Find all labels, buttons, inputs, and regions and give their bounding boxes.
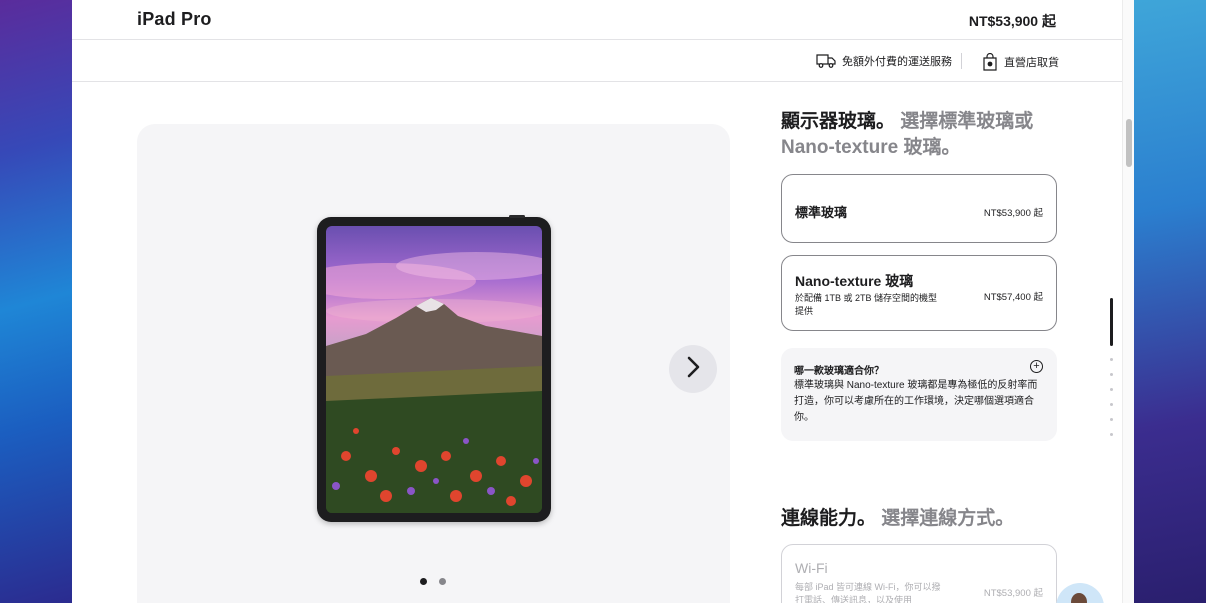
option-name: Nano-texture 玻璃 <box>795 273 914 289</box>
ipad-wallpaper-landscape <box>326 226 542 513</box>
section-progress-indicator <box>1110 298 1114 448</box>
shipping-label: 免額外付費的運送服務 <box>842 56 952 68</box>
gallery-dot-2[interactable] <box>439 578 446 585</box>
apple-bag-icon <box>982 53 998 71</box>
avatar <box>1071 593 1087 603</box>
glass-option-standard[interactable]: 標準玻璃 NT$53,900 起 <box>781 174 1057 243</box>
product-gallery <box>137 124 730 603</box>
glass-option-nano-texture[interactable]: Nano-texture 玻璃 於配備 1TB 或 2TB 儲存空間的機型提供 … <box>781 255 1057 331</box>
connectivity-heading-subtitle: 選擇連線方式。 <box>881 508 1015 529</box>
glass-heading-title: 顯示器玻璃。 <box>781 111 896 132</box>
progress-dot[interactable] <box>1110 388 1113 391</box>
plus-circle-icon[interactable]: + <box>1030 360 1043 373</box>
service-bar: 免額外付費的運送服務 直營店取貨 <box>72 41 1122 82</box>
gallery-dot-1[interactable] <box>420 578 427 585</box>
wallpaper-left <box>0 0 72 603</box>
product-title: iPad Pro <box>137 9 212 29</box>
progress-dot[interactable] <box>1110 418 1113 421</box>
gallery-pagination <box>420 578 446 585</box>
option-note: 於配備 1TB 或 2TB 儲存空間的機型提供 <box>795 293 938 316</box>
ipad-top-button <box>509 215 525 218</box>
option-price: NT$53,900 起 <box>983 588 1043 599</box>
browser-page: iPad Pro NT$53,900 起 免額外付費的運送服務 直營店取貨 顯示… <box>72 0 1134 603</box>
starting-price: NT$53,900 起 <box>968 13 1056 29</box>
progress-active-bar <box>1110 298 1113 346</box>
ipad-image <box>317 215 551 522</box>
option-name: 標準玻璃 <box>795 205 848 220</box>
store-pickup-label: 直營店取貨 <box>1004 57 1059 69</box>
option-note: 每部 iPad 皆可連線 Wi‑Fi，你可以撥打電話、傳送訊息，以及使用 <box>795 582 941 603</box>
gallery-next-button[interactable] <box>669 345 717 393</box>
progress-dot[interactable] <box>1110 403 1113 406</box>
connectivity-heading-title: 連線能力。 <box>781 508 877 529</box>
option-price: NT$53,900 起 <box>983 208 1043 219</box>
glass-section-heading: 顯示器玻璃。 選擇標準玻璃或 Nano-texture 玻璃。 <box>781 109 1071 161</box>
help-title: 哪一款玻璃適合你？ <box>794 366 884 377</box>
help-body: 標準玻璃與 Nano-texture 玻璃都是專為極低的反射率而打造，你可以考慮… <box>794 380 1038 423</box>
shipping-link[interactable]: 免額外付費的運送服務 <box>816 53 952 69</box>
progress-dot[interactable] <box>1110 358 1113 361</box>
truck-icon <box>816 53 836 69</box>
connectivity-option-wifi[interactable]: Wi‑Fi 每部 iPad 皆可連線 Wi‑Fi，你可以撥打電話、傳送訊息，以及… <box>781 544 1057 603</box>
chevron-right-icon <box>686 356 700 383</box>
connectivity-section-heading: 連線能力。 選擇連線方式。 <box>781 506 1071 532</box>
scrollbar-thumb[interactable] <box>1126 119 1132 167</box>
progress-dot[interactable] <box>1110 433 1113 436</box>
progress-dot[interactable] <box>1110 373 1113 376</box>
service-divider <box>961 53 962 69</box>
option-name: Wi‑Fi <box>795 560 828 576</box>
glass-help-card[interactable]: 哪一款玻璃適合你？ + 標準玻璃與 Nano-texture 玻璃都是專為極低的… <box>781 348 1057 441</box>
page-scrollbar[interactable] <box>1122 0 1134 603</box>
option-price: NT$57,400 起 <box>983 292 1043 303</box>
store-pickup-link[interactable]: 直營店取貨 <box>982 53 1059 71</box>
product-header: iPad Pro NT$53,900 起 <box>72 0 1122 40</box>
